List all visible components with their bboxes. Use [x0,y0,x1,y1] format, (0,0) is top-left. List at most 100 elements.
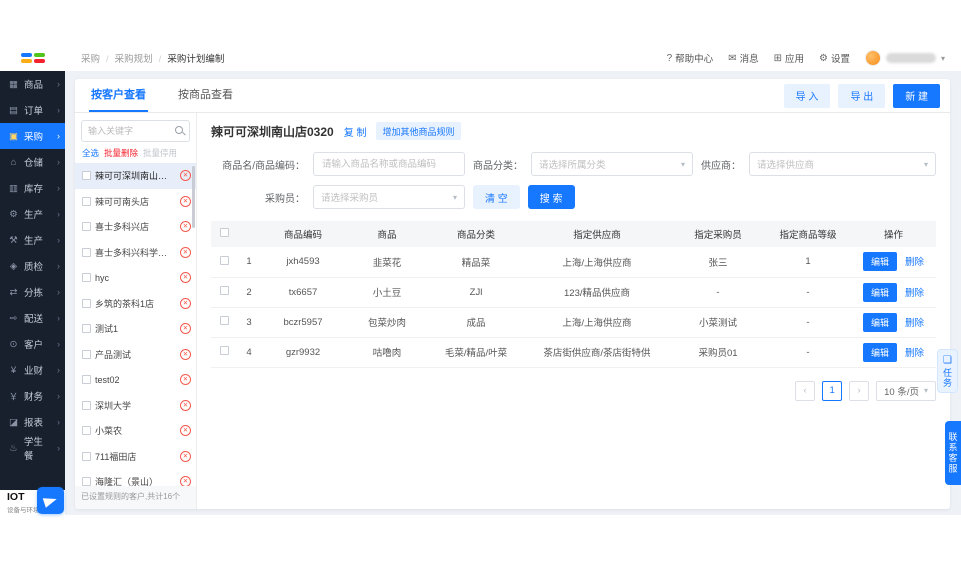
add-rule-button[interactable]: 增加其他商品规则 [376,122,461,140]
row-checkbox[interactable] [219,255,229,265]
checkbox[interactable] [82,196,91,206]
remove-rule-icon[interactable]: ✕ [180,272,191,284]
export-button[interactable]: 导 出 [838,83,886,108]
customer-list-item[interactable]: 产品测试 ✕ [75,342,196,368]
sidebar-item-warehouse[interactable]: ⌂ 仓储 › [0,149,65,175]
checkbox[interactable] [82,400,91,410]
customer-list-item[interactable]: 711福田店 ✕ [75,444,196,470]
customer-list-item[interactable]: 测试1 ✕ [75,316,196,342]
sidebar-item-biz-finance[interactable]: ¥ 业财 › [0,357,65,383]
checkbox[interactable] [82,247,91,257]
remove-rule-icon[interactable]: ✕ [180,425,191,437]
checkbox[interactable] [82,426,91,436]
breadcrumb-item[interactable]: 采购 [81,51,100,65]
remove-rule-icon[interactable]: ✕ [180,399,191,411]
clear-button[interactable]: 清 空 [473,185,520,209]
delete-link[interactable]: 删除 [905,318,924,329]
import-button[interactable]: 导 入 [783,83,831,108]
remove-rule-icon[interactable]: ✕ [180,374,191,386]
create-button[interactable]: 新 建 [893,83,940,108]
row-checkbox[interactable] [219,346,229,355]
checkbox[interactable] [82,451,91,461]
sidebar-item-student-meals[interactable]: ♨ 学生餐 › [0,435,65,462]
sidebar-item-inventory[interactable]: ▥ 库存 › [0,175,65,201]
customer-list-item[interactable]: 小菜农 ✕ [75,418,196,444]
sidebar-item-label: 生产 [24,236,44,247]
delete-link[interactable]: 删除 [905,257,924,268]
edit-button[interactable]: 编辑 [862,342,897,362]
remove-rule-icon[interactable]: ✕ [180,348,191,360]
checkbox[interactable] [82,324,91,334]
brand-logo[interactable] [0,53,65,63]
buyer-select[interactable]: 请选择采购员 ▾ [313,185,465,209]
remove-rule-icon[interactable]: ✕ [180,297,191,309]
customer-service-float-button[interactable]: 联系客服 [945,421,961,485]
batch-stop-link[interactable]: 批量停用 [143,147,177,159]
product-name-input[interactable] [313,152,465,176]
delete-link[interactable]: 删除 [905,288,924,299]
select-all-checkbox[interactable] [219,228,229,237]
settings-button[interactable]: ⚙ 设置 [819,51,850,66]
sidebar-item-production-2[interactable]: ⚒ 生产 › [0,227,65,253]
remove-rule-icon[interactable]: ✕ [180,323,191,335]
sidebar-item-customers[interactable]: ⊙ 客户 › [0,331,65,357]
customer-list-item[interactable]: 深圳大学 ✕ [75,393,196,419]
help-center-button[interactable]: ? 帮助中心 [667,51,714,66]
next-page-button[interactable]: › [849,380,870,401]
row-checkbox[interactable] [219,316,229,325]
customer-search-input[interactable] [81,120,190,142]
checkbox[interactable] [82,273,91,283]
customer-list-item[interactable]: 喜士多科兴店 ✕ [75,214,196,240]
sidebar-item-qc[interactable]: ◈ 质检 › [0,253,65,279]
remove-rule-icon[interactable]: ✕ [180,450,191,462]
remove-rule-icon[interactable]: ✕ [180,221,191,233]
customer-list-item[interactable]: 海隆汇（景山） ✕ [75,469,196,486]
sidebar-item-products[interactable]: ▦ 商品 › [0,71,65,97]
messages-button[interactable]: ✉ 消息 [728,51,758,66]
select-all-link[interactable]: 全选 [82,147,99,159]
prev-page-button[interactable]: ‹ [795,380,816,401]
sidebar-item-orders[interactable]: ▤ 订单 › [0,97,65,123]
page-size-select[interactable]: 10 条/页 ▾ [876,380,936,401]
checkbox[interactable] [82,298,91,308]
remove-rule-icon[interactable]: ✕ [180,246,191,258]
customer-list-item[interactable]: 喜士多科兴科学园2号1120 ✕ [75,240,196,266]
sidebar-item-finance[interactable]: ￥ 财务 › [0,383,65,409]
sidebar-item-delivery[interactable]: ⇨ 配送 › [0,305,65,331]
edit-button[interactable]: 编辑 [862,282,897,302]
tab-by-product[interactable]: 按商品查看 [162,79,249,112]
edit-button[interactable]: 编辑 [862,252,897,272]
supplier-select[interactable]: 请选择供应商 ▾ [749,152,936,176]
copy-link[interactable]: 复 制 [344,124,367,139]
customer-list-item[interactable]: hyc ✕ [75,265,196,291]
apps-button[interactable]: ⊞ 应用 [774,51,804,66]
remove-rule-icon[interactable]: ✕ [180,195,191,207]
sidebar-item-purchase[interactable]: ▣ 采购 › [0,123,65,149]
batch-delete-link[interactable]: 批量删除 [104,147,138,159]
sidebar-item-production-1[interactable]: ⚙ 生产 › [0,201,65,227]
customer-list-item[interactable]: 辣可可南头店 ✕ [75,189,196,215]
sidebar-item-sorting[interactable]: ⇄ 分拣 › [0,279,65,305]
customer-list-item[interactable]: test02 ✕ [75,367,196,393]
checkbox[interactable] [82,375,91,385]
customer-list-item[interactable]: 乡筑的茶科1店 ✕ [75,291,196,317]
sidebar-item-reports[interactable]: ◪ 报表 › [0,409,65,435]
edit-button[interactable]: 编辑 [862,312,897,332]
category-select[interactable]: 请选择所属分类 ▾ [531,152,693,176]
delete-link[interactable]: 删除 [905,348,924,359]
search-button[interactable]: 搜 索 [527,185,575,209]
current-page-button[interactable]: 1 [822,380,843,401]
checkbox[interactable] [82,222,91,232]
checkbox[interactable] [82,349,91,359]
customer-list-item[interactable]: 辣可可深圳南山店0320 ✕ [75,163,196,189]
row-checkbox[interactable] [219,286,229,295]
breadcrumb-item[interactable]: 采购规划 [100,51,153,65]
list-scrollbar[interactable] [192,166,195,228]
tab-by-customer[interactable]: 按客户查看 [75,79,162,112]
checkbox[interactable] [82,477,91,486]
user-menu[interactable]: ▾ [864,50,945,66]
remove-rule-icon[interactable]: ✕ [180,170,191,182]
checkbox[interactable] [82,171,91,181]
remove-rule-icon[interactable]: ✕ [180,476,191,486]
task-float-button[interactable]: ❏ 任务 [937,349,958,393]
